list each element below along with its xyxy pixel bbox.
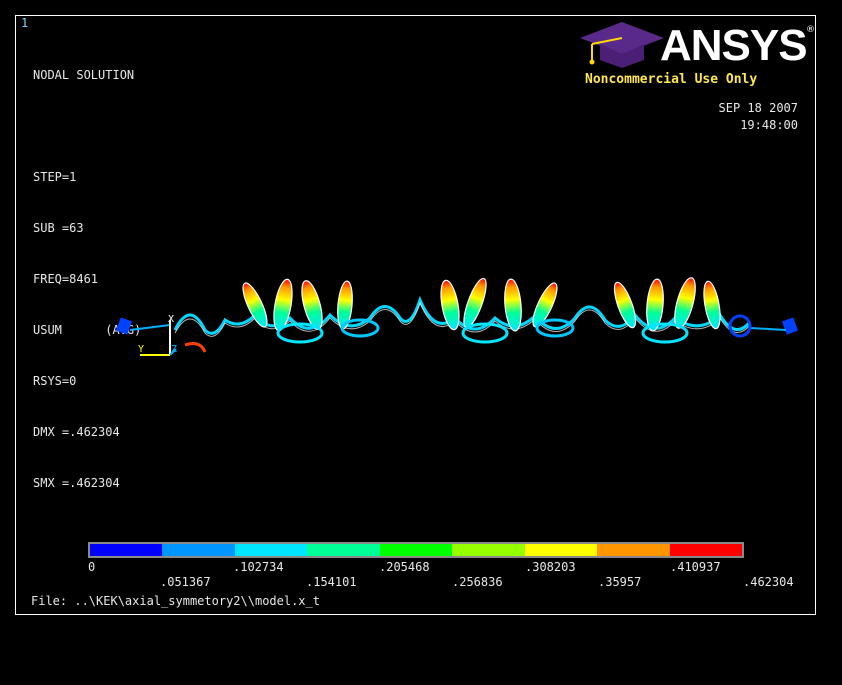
legend-label: .205468 [379, 560, 430, 574]
model-end-block [115, 317, 133, 335]
legend-swatch [379, 544, 453, 556]
axis-x-label: X [168, 314, 174, 325]
model-end-block [781, 317, 799, 335]
axis-z-label: Z [171, 344, 177, 355]
model-plot: X Y Z [115, 277, 799, 356]
legend-swatch [90, 544, 163, 556]
model-segment [129, 324, 171, 331]
legend-swatch [452, 544, 525, 556]
legend-label: .051367 [160, 575, 211, 589]
legend-swatch [162, 544, 235, 556]
legend-label: .102734 [233, 560, 284, 574]
legend-swatch [597, 544, 670, 556]
model-segment [749, 327, 787, 331]
legend-swatch [524, 544, 598, 556]
legend-swatch [234, 544, 308, 556]
legend-swatch [307, 544, 380, 556]
legend-label: .256836 [452, 575, 503, 589]
legend-label: .410937 [670, 560, 721, 574]
legend-swatch [669, 544, 742, 556]
legend-label: 0 [88, 560, 96, 574]
legend-label: .154101 [306, 575, 357, 589]
axis-y-label: Y [138, 344, 144, 355]
legend-label: .35957 [598, 575, 642, 589]
legend-label: .462304 [743, 575, 794, 589]
legend-label: .308203 [525, 560, 576, 574]
contour-legend-bar [88, 542, 744, 558]
file-path-label: File: ..\KEK\axial_symmetory2\\model.x_t [31, 594, 320, 608]
